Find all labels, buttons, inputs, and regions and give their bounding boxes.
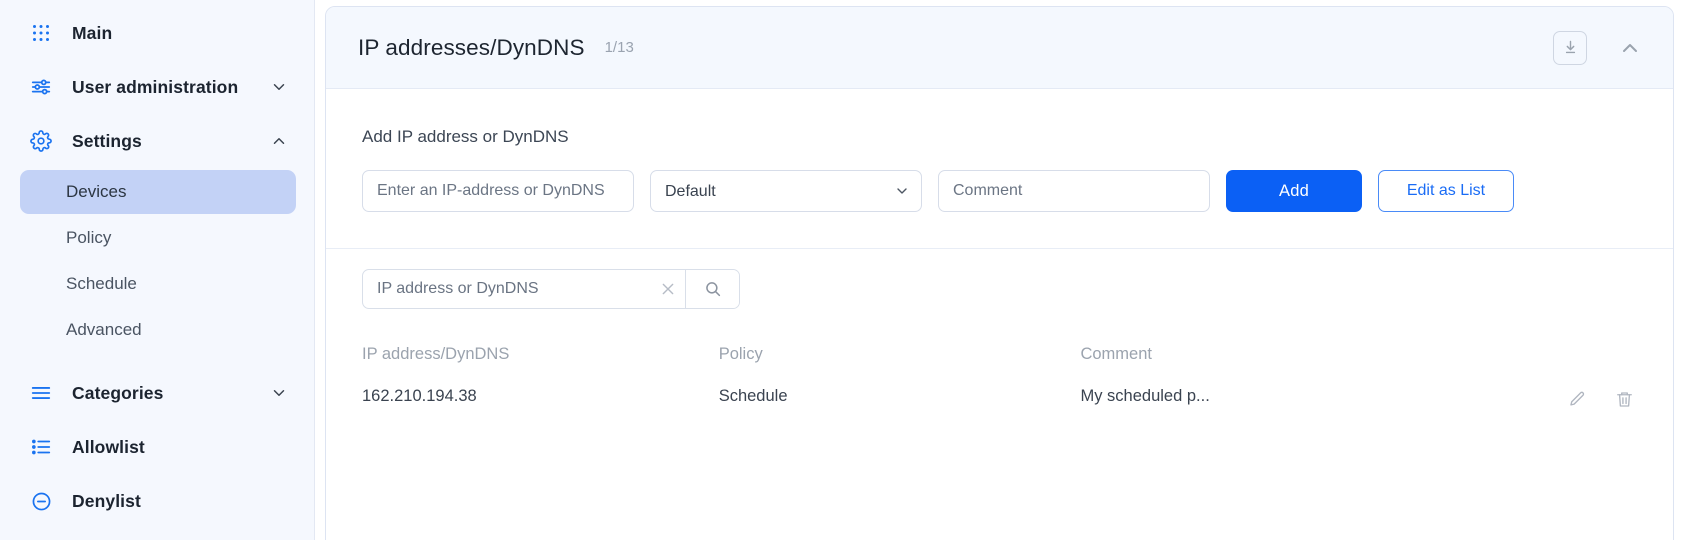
search-input[interactable]	[363, 270, 651, 308]
menu-lines-icon	[28, 380, 54, 406]
chevron-down-icon[interactable]	[268, 382, 290, 404]
add-section-label: Add IP address or DynDNS	[362, 127, 569, 146]
entries-table-wrapper: IP address/DynDNS Policy Comment 162.210…	[326, 309, 1673, 419]
edit-as-list-button[interactable]: Edit as List	[1378, 170, 1514, 212]
sidebar-subitem-label: Policy	[66, 228, 112, 247]
ip-address-input[interactable]	[362, 170, 634, 212]
chevron-up-icon[interactable]	[1613, 31, 1647, 65]
sidebar-item-allowlist[interactable]: Allowlist	[0, 420, 314, 474]
sidebar: Main User administration Settings Device…	[0, 0, 315, 540]
sidebar-item-label: Denylist	[72, 490, 141, 511]
cell-actions	[1478, 371, 1641, 419]
chevron-down-icon[interactable]	[268, 76, 290, 98]
sidebar-subitem-label: Devices	[66, 182, 127, 201]
sidebar-item-advanced[interactable]: Advanced	[20, 308, 296, 352]
sidebar-item-user-administration[interactable]: User administration	[0, 60, 314, 114]
app-root: Main User administration Settings Device…	[0, 0, 1692, 540]
sidebar-subitem-label: Advanced	[66, 320, 142, 339]
sidebar-subitem-label: Schedule	[66, 274, 137, 293]
panel-header: IP addresses/DynDNS 1/13	[326, 7, 1673, 89]
list-check-icon	[28, 434, 54, 460]
gear-icon	[28, 128, 54, 154]
cell-comment: My scheduled p...	[1080, 387, 1210, 405]
main-content: IP addresses/DynDNS 1/13 Add IP address …	[315, 0, 1692, 540]
table-row: 162.210.194.38 Schedule My scheduled p..…	[362, 371, 1641, 419]
item-count: 1/13	[604, 39, 634, 56]
pencil-icon[interactable]	[1565, 387, 1587, 411]
sidebar-item-label: Main	[72, 22, 113, 43]
sidebar-item-categories[interactable]: Categories	[0, 366, 314, 420]
header-actions	[1553, 30, 1653, 65]
sidebar-item-label: User administration	[72, 76, 239, 97]
add-button[interactable]: Add	[1226, 170, 1362, 212]
page-title: IP addresses/DynDNS	[358, 34, 585, 60]
cell-policy: Schedule	[718, 387, 788, 405]
table-header-row: IP address/DynDNS Policy Comment	[362, 309, 1641, 371]
sidebar-item-label: Categories	[72, 382, 164, 403]
search-group	[362, 269, 740, 309]
comment-input[interactable]	[938, 170, 1210, 212]
ip-addresses-panel: IP addresses/DynDNS 1/13 Add IP address …	[325, 6, 1674, 540]
column-header-comment: Comment	[1080, 345, 1152, 363]
sliders-icon	[28, 74, 54, 100]
chevron-up-icon[interactable]	[268, 130, 290, 152]
search-icon[interactable]	[685, 270, 739, 308]
add-entry-form: Default Add Edit as List	[362, 170, 1641, 212]
sidebar-item-denylist[interactable]: Denylist	[0, 474, 314, 528]
minus-circle-icon	[28, 488, 54, 514]
policy-select[interactable]: Default	[650, 170, 922, 212]
column-header-actions	[1478, 309, 1641, 371]
sidebar-item-schedule[interactable]: Schedule	[20, 262, 296, 306]
search-section	[326, 249, 1673, 309]
sidebar-item-settings[interactable]: Settings	[0, 114, 314, 168]
close-icon[interactable]	[651, 270, 685, 308]
column-header-policy: Policy	[718, 345, 763, 363]
trash-icon[interactable]	[1613, 387, 1635, 411]
column-header-ip: IP address/DynDNS	[362, 345, 510, 363]
policy-select-wrapper: Default	[650, 170, 922, 212]
cell-ip: 162.210.194.38	[362, 387, 477, 405]
sidebar-item-label: Allowlist	[72, 436, 145, 457]
sidebar-item-main[interactable]: Main	[0, 6, 314, 60]
row-action-group	[1478, 387, 1641, 411]
sidebar-item-policy[interactable]: Policy	[20, 216, 296, 260]
table-body: 162.210.194.38 Schedule My scheduled p..…	[362, 371, 1641, 419]
sidebar-item-devices[interactable]: Devices	[20, 170, 296, 214]
download-icon[interactable]	[1553, 30, 1587, 65]
add-entry-section: Add IP address or DynDNS Default Add Edi…	[326, 89, 1673, 249]
entries-table: IP address/DynDNS Policy Comment 162.210…	[362, 309, 1641, 419]
sidebar-item-label: Settings	[72, 130, 142, 151]
table-head: IP address/DynDNS Policy Comment	[362, 309, 1641, 371]
grid-dots-icon	[28, 20, 54, 46]
